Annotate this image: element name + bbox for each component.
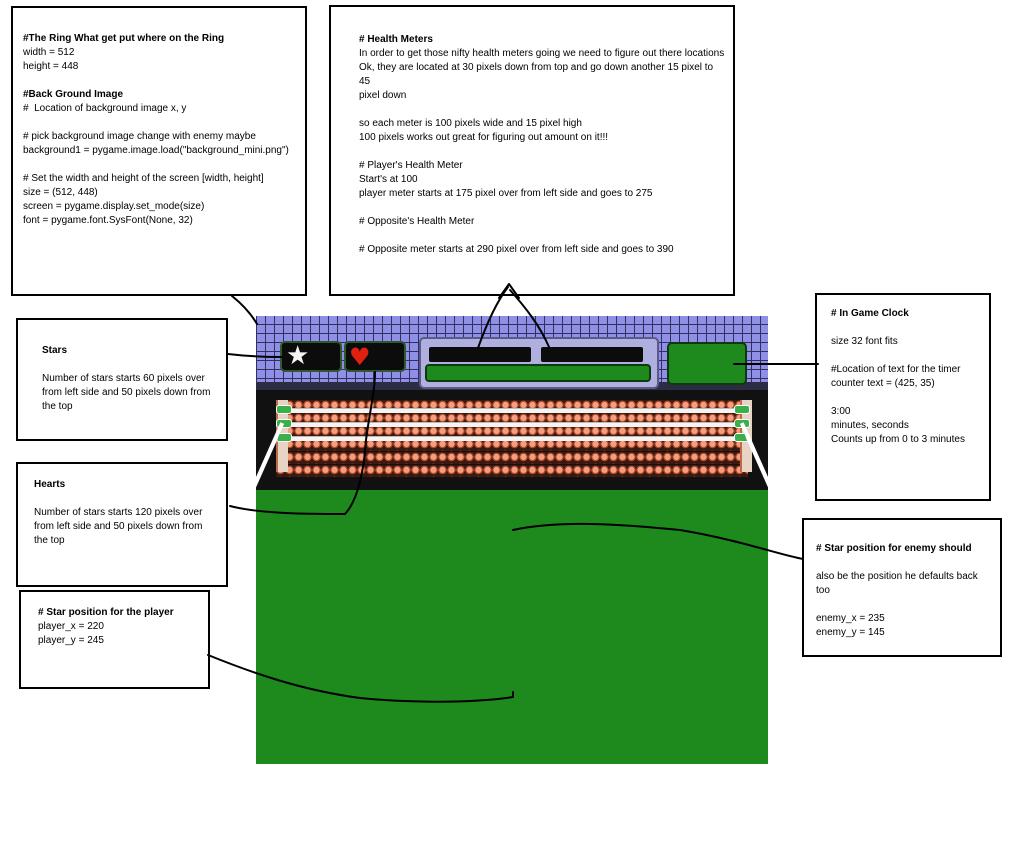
connector-health-left xyxy=(477,286,509,349)
annotation-connectors xyxy=(207,283,819,703)
connector-hearts xyxy=(229,371,376,515)
connector-player xyxy=(207,654,514,703)
connector-health-right xyxy=(509,289,550,348)
connector-ring-note xyxy=(231,295,258,325)
connector-enemy xyxy=(512,522,804,560)
connector-stars xyxy=(227,353,283,358)
